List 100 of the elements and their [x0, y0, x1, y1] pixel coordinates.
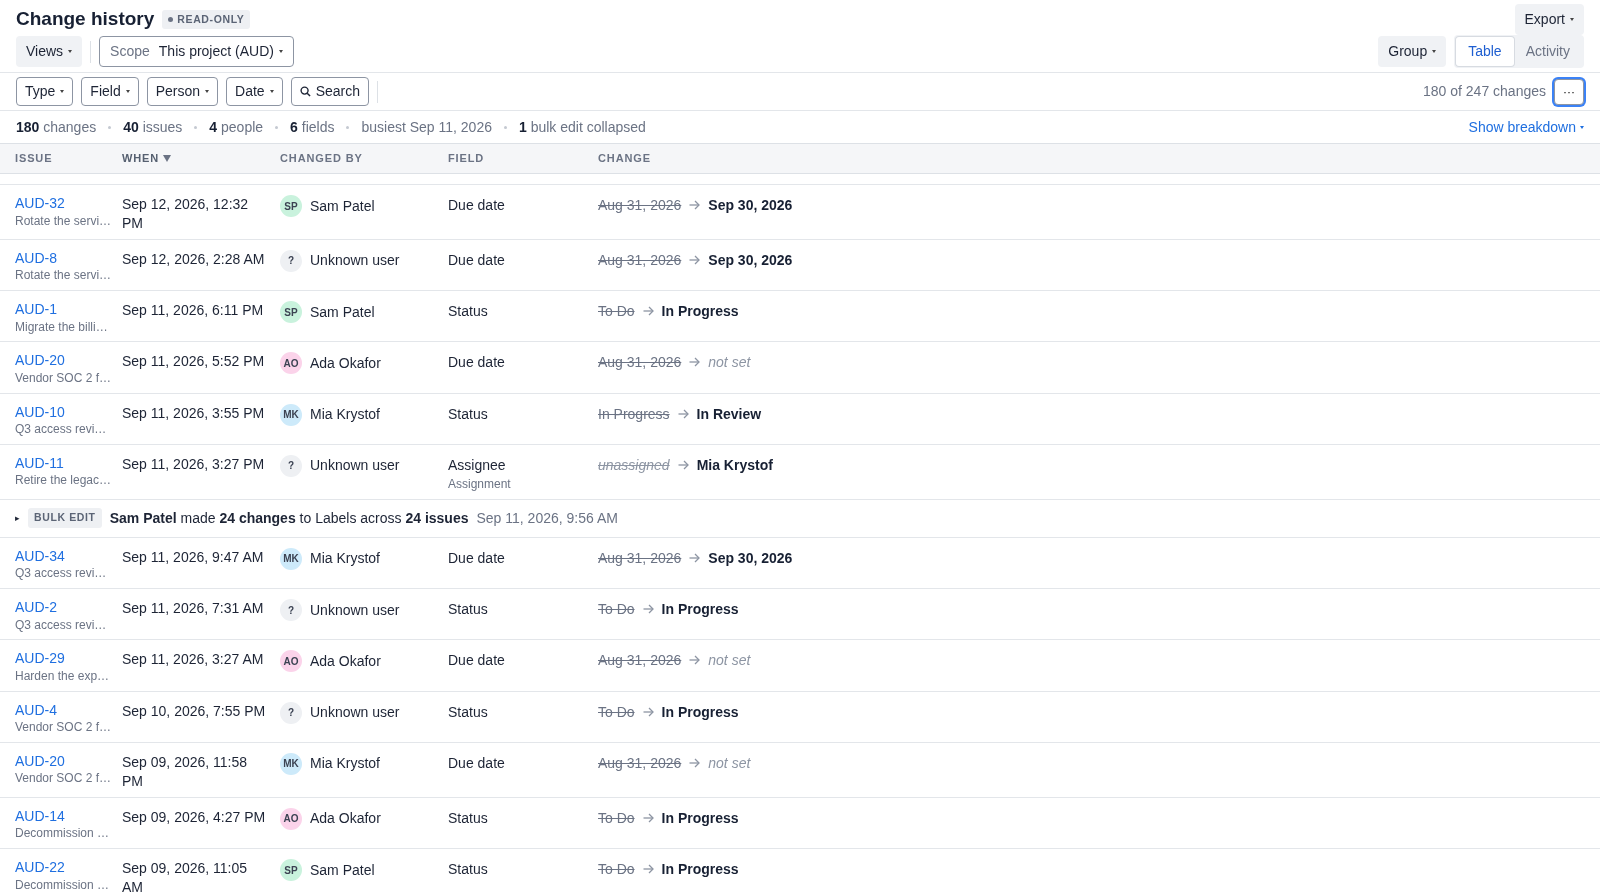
arrow-icon: [689, 254, 701, 265]
issue-link[interactable]: AUD-2: [15, 599, 122, 617]
person-name: Unknown user: [310, 456, 400, 476]
filter-dropdown[interactable]: Date: [226, 77, 283, 106]
new-value: In Progress: [661, 860, 739, 880]
person-name: Sam Patel: [310, 302, 375, 322]
field-name: Due date: [448, 753, 506, 773]
issue-title: Decommission …: [15, 825, 111, 843]
column-header[interactable]: WHEN: [122, 150, 160, 167]
new-value: Mia Krystof: [696, 455, 773, 475]
avatar: SP: [280, 301, 302, 324]
field-name: Status: [448, 404, 489, 424]
avatar: MK: [280, 547, 302, 570]
issue-link[interactable]: AUD-32: [15, 195, 122, 213]
column-header[interactable]: CHANGED BY: [280, 150, 363, 167]
timestamp: Sep 09, 2026, 11:05 AM: [122, 859, 249, 896]
more-button[interactable]: ···: [1554, 78, 1584, 105]
filter-dropdown[interactable]: Person: [146, 77, 219, 106]
views-button[interactable]: Views: [16, 36, 83, 67]
issue-link[interactable]: AUD-1: [15, 301, 122, 319]
column-header[interactable]: CHANGE: [598, 150, 651, 167]
issue-title: Rotate the servi…: [15, 267, 113, 285]
summary-stat: 4 people: [209, 117, 264, 137]
person-name: Unknown user: [310, 703, 400, 723]
group-button[interactable]: Group: [1378, 36, 1447, 67]
caret-icon: [1570, 18, 1574, 21]
field-name: Due date: [448, 651, 506, 671]
expand-caret[interactable]: ▸: [15, 511, 20, 525]
change-count: 180 of 247 changes: [1423, 82, 1546, 101]
timestamp: Sep 11, 2026, 6:11 PM: [122, 301, 265, 321]
issue-title: Harden the exp…: [15, 667, 111, 685]
issue-link[interactable]: AUD-14: [15, 807, 122, 826]
field-name: Status: [448, 860, 489, 880]
bulk-edit-badge: BULK EDIT: [28, 508, 102, 529]
new-value: In Progress: [661, 600, 739, 620]
issue-link[interactable]: AUD-4: [15, 701, 122, 720]
issue-link[interactable]: AUD-34: [15, 547, 122, 566]
issue-link[interactable]: AUD-22: [15, 859, 122, 877]
issue-link[interactable]: AUD-29: [15, 650, 122, 668]
issue-title: Rotate the servi…: [15, 212, 113, 230]
summary-stat: 180 changes: [16, 117, 97, 137]
arrow-icon: [677, 459, 689, 470]
previous-value: In Progress: [598, 404, 670, 424]
timestamp: Sep 10, 2026, 7:55 PM: [122, 701, 267, 721]
issue-title: Vendor SOC 2 f…: [15, 369, 113, 387]
filter-dropdown[interactable]: Field: [81, 77, 139, 106]
filter-dropdown[interactable]: Type: [16, 77, 74, 106]
timestamp: Sep 12, 2026, 12:32 PM: [122, 195, 250, 233]
export-button[interactable]: Export: [1514, 4, 1584, 35]
timestamp: Sep 11, 2026, 3:27 PM: [122, 454, 266, 474]
new-value: not set: [708, 651, 751, 671]
person-name: Sam Patel: [310, 860, 375, 880]
caret-icon: [60, 90, 65, 93]
arrow-icon: [642, 306, 654, 317]
column-header[interactable]: ISSUE: [15, 150, 53, 167]
arrow-icon: [642, 864, 654, 875]
search-button[interactable]: Search: [290, 77, 369, 106]
summary-stat: 6 fields: [290, 117, 335, 137]
issue-link[interactable]: AUD-8: [15, 249, 122, 268]
issue-title: Retire the legac…: [15, 472, 113, 490]
arrow-icon: [642, 812, 654, 823]
arrow-icon: [689, 357, 701, 368]
issue-link[interactable]: AUD-11: [15, 454, 122, 473]
summary-stat: busiest Sep 11, 2026: [361, 117, 492, 137]
previous-value: To Do: [598, 808, 635, 828]
view-tab[interactable]: Table: [1456, 37, 1514, 66]
page-title: Change history: [16, 8, 155, 31]
person-name: Sam Patel: [310, 196, 375, 216]
field-name: Due date: [448, 250, 506, 270]
person-name: Unknown user: [310, 600, 400, 620]
summary-stat: 1 bulk edit collapsed: [518, 117, 646, 137]
avatar: ?: [280, 454, 302, 477]
issue-title: Q3 access revi…: [15, 616, 108, 634]
field-name: Due date: [448, 353, 506, 373]
issue-link[interactable]: AUD-20: [15, 752, 122, 771]
issue-link[interactable]: AUD-20: [15, 352, 122, 370]
sort-descending-icon: [163, 155, 172, 162]
issue-link[interactable]: AUD-10: [15, 403, 122, 422]
arrow-icon: [689, 200, 701, 210]
timestamp: Sep 09, 2026, 11:58 PM: [122, 752, 249, 791]
new-value: In Review: [696, 404, 762, 424]
caret-icon: [205, 90, 210, 93]
previous-value: Aug 31, 2026: [598, 753, 682, 773]
caret-icon: [68, 50, 73, 53]
timestamp: Sep 11, 2026, 3:27 AM: [122, 650, 265, 670]
timestamp: Sep 11, 2026, 5:52 PM: [122, 352, 266, 372]
show-breakdown-link[interactable]: Show breakdown: [1468, 116, 1584, 138]
bulk-edit-summary: Sam Patel made 24 changes to Labels across 24 issues: [109, 508, 469, 528]
field-name: Status: [448, 302, 489, 322]
issue-title: Q3 access revi…: [15, 421, 108, 438]
avatar: ?: [280, 599, 302, 622]
field-name: Due date: [448, 196, 506, 215]
person-name: Ada Okafor: [310, 353, 381, 373]
timestamp: Sep 11, 2026, 3:55 PM: [122, 403, 266, 423]
view-tab[interactable]: Activity: [1513, 37, 1582, 66]
scope-dropdown[interactable]: Scope This project (AUD): [99, 36, 294, 67]
new-value: In Progress: [661, 702, 739, 722]
avatar: SP: [280, 859, 302, 882]
column-header[interactable]: FIELD: [448, 150, 485, 167]
previous-value: To Do: [598, 600, 635, 620]
